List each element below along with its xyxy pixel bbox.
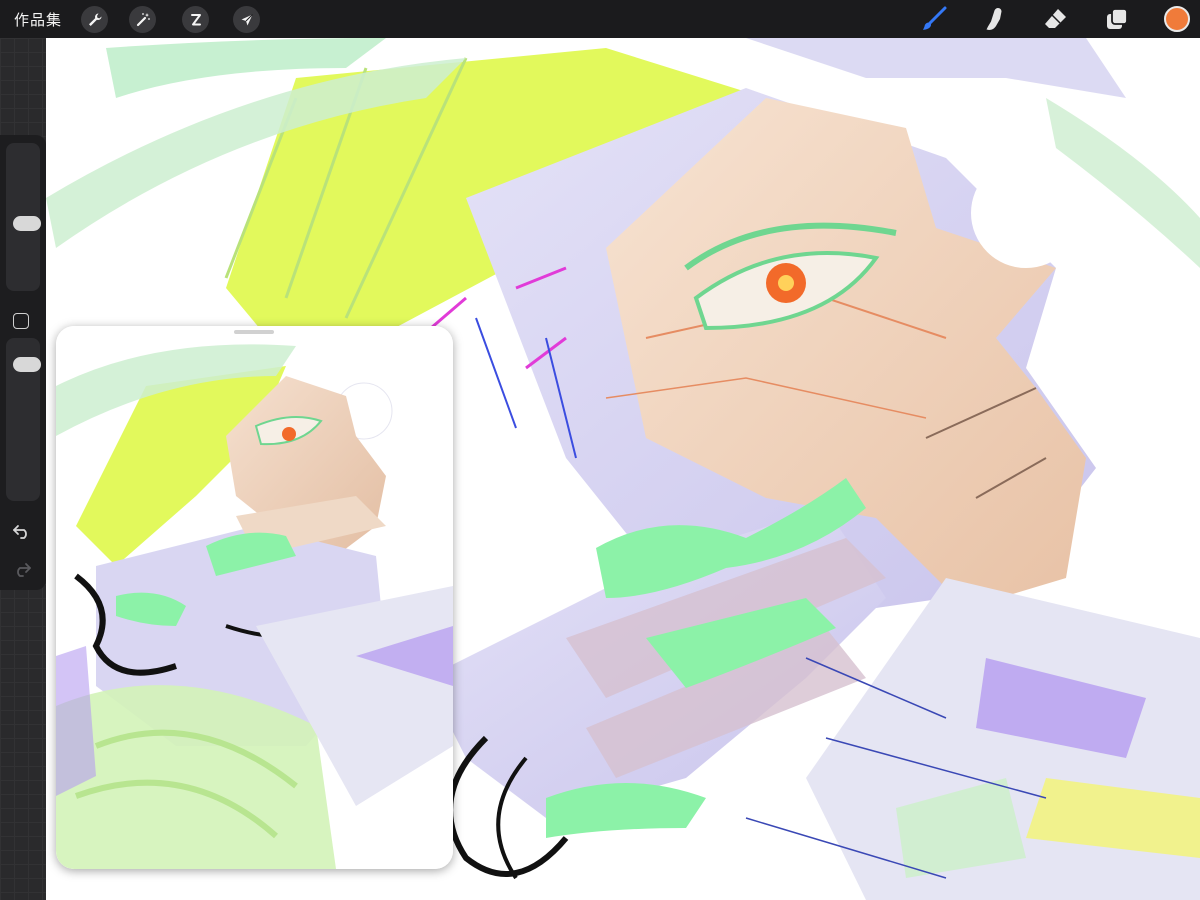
actions-button[interactable] [81,6,108,33]
selection-s-icon [190,13,201,25]
reference-image [56,326,453,869]
arrow-cursor-icon [241,13,253,25]
smudge-finger-icon [986,8,1002,30]
color-swatch-button[interactable] [1164,6,1190,32]
left-sidebar [0,135,46,590]
adjustments-button[interactable] [129,6,156,33]
redo-arrow-icon [17,563,31,577]
opacity-slider[interactable] [6,338,41,501]
layers-icon [1107,8,1128,29]
brush-size-slider-thumb[interactable] [13,216,41,231]
wrench-icon [88,13,101,26]
top-toolbar: 作品集 [0,0,1200,38]
eraser-tool-button[interactable] [1041,5,1069,33]
modify-button[interactable] [13,313,29,329]
undo-button[interactable] [10,521,34,541]
brush-tool-button[interactable] [920,5,948,33]
eraser-icon [1045,9,1066,28]
magic-wand-icon [136,12,150,26]
redo-button[interactable] [10,559,34,579]
brush-size-slider[interactable] [6,143,41,291]
opacity-slider-thumb[interactable] [13,357,41,372]
selection-button[interactable] [182,6,209,33]
reference-drag-handle[interactable] [234,330,274,334]
reference-window[interactable] [56,326,453,869]
gallery-button[interactable]: 作品集 [14,9,62,30]
brush-icon [923,6,947,30]
transform-button[interactable] [233,6,260,33]
smudge-tool-button[interactable] [980,5,1008,33]
layers-button[interactable] [1103,5,1131,33]
undo-arrow-icon [13,525,27,539]
